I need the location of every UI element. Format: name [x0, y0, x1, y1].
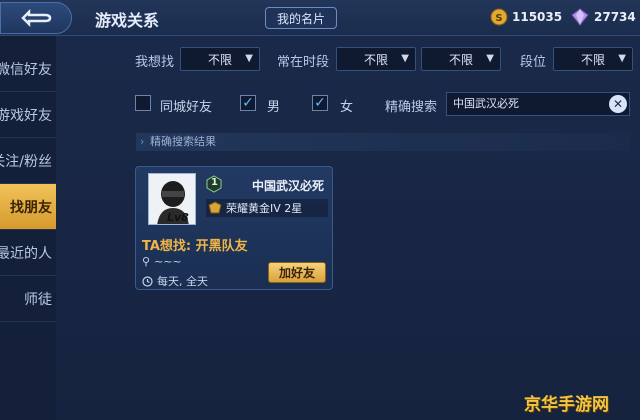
chevron-down-icon: ▼ [618, 53, 626, 64]
time-row: 每天, 全天 [142, 273, 208, 289]
tier-label: 荣耀黄金IV 2星 [226, 202, 303, 215]
results-header: › 精确搜索结果 [136, 133, 630, 151]
gem-balance: 27734 [570, 8, 636, 26]
add-friend-button[interactable]: 加好友 [268, 262, 326, 283]
time-select-end[interactable]: 不限 ▼ [421, 47, 501, 71]
my-card-button[interactable]: 我的名片 [265, 7, 337, 29]
svg-text:S: S [495, 13, 502, 24]
want-select-value: 不限 [207, 52, 232, 67]
arrow-icon: › [140, 135, 145, 148]
watermark: 京华手游网 [524, 395, 609, 415]
male-checkbox[interactable]: ✓ [240, 95, 256, 111]
female-label: 女 [340, 100, 354, 115]
female-checkbox[interactable]: ✓ [312, 95, 328, 111]
tier-emblem-icon [208, 201, 222, 214]
time-select-end-value: 不限 [448, 52, 473, 67]
player-name: 中国武汉必死 [252, 179, 325, 193]
chevron-down-icon: ▼ [401, 53, 409, 64]
want-select[interactable]: 不限 ▼ [180, 47, 260, 71]
same-city-label: 同城好友 [160, 100, 213, 115]
coin-count: 115035 [512, 10, 563, 24]
sidebar-item-mentor[interactable]: 师徒 [0, 276, 56, 322]
gem-count: 27734 [594, 10, 636, 24]
search-input[interactable]: 中国武汉必死 [446, 92, 630, 116]
tier-row: 荣耀黄金IV 2星 [206, 199, 328, 217]
sidebar-item-label: 找朋友 [10, 199, 52, 216]
clock-icon [142, 275, 153, 287]
sidebar-item-recent-people[interactable]: 最近的人 [0, 230, 56, 276]
time-value: 每天, 全天 [157, 275, 208, 288]
male-label: 男 [267, 100, 281, 115]
chevron-down-icon: ▼ [245, 53, 253, 64]
checkmark-icon: ✓ [242, 95, 254, 111]
avatar[interactable]: Lv8 [148, 173, 196, 225]
want-label: 我想找 [135, 55, 175, 70]
rank-select-value: 不限 [580, 52, 605, 67]
sidebar-item-label: 微信好友 [0, 61, 52, 78]
wants-label: TA想找: 开黑队友 [142, 239, 248, 254]
sidebar-item-find-friends[interactable]: 找朋友 [0, 184, 56, 230]
sidebar-item-label: 最近的人 [0, 245, 52, 262]
sidebar-item-follow-fans[interactable]: 关注/粉丝 [0, 138, 56, 184]
results-header-label: 精确搜索结果 [150, 135, 216, 148]
time-select-start-value: 不限 [363, 52, 388, 67]
gem-icon [571, 8, 589, 26]
sidebar-item-label: 游戏好友 [0, 107, 52, 124]
same-city-checkbox[interactable] [135, 95, 151, 111]
player-card[interactable]: Lv8 1 中国武汉必死 荣耀黄金IV 2星 TA想找: 开黑队友 ⚲ ~~~ … [135, 166, 333, 290]
back-button[interactable] [0, 2, 72, 34]
close-icon: ✕ [612, 97, 624, 111]
back-icon [21, 9, 52, 27]
sidebar-item-wechat-friends[interactable]: 微信好友 [0, 46, 56, 92]
chevron-down-icon: ▼ [486, 53, 494, 64]
page-title: 游戏关系 [95, 11, 160, 30]
sidebar-item-label: 师徒 [24, 291, 52, 308]
level-badge: Lv8 [167, 211, 189, 224]
checkmark-icon: ✓ [314, 95, 326, 111]
sidebar: 微信好友 游戏好友 关注/粉丝 找朋友 最近的人 师徒 [0, 36, 56, 420]
exact-search-label: 精确搜索 [385, 100, 438, 115]
coin-balance: S 115035 [490, 8, 562, 26]
location-value: ~~~ [154, 255, 182, 268]
coin-icon: S [490, 8, 508, 26]
rank-select[interactable]: 不限 ▼ [553, 47, 633, 71]
rank-label: 段位 [520, 55, 547, 70]
time-label: 常在时段 [277, 55, 330, 70]
sidebar-item-label: 关注/粉丝 [0, 153, 52, 170]
sidebar-item-game-friends[interactable]: 游戏好友 [0, 92, 56, 138]
location-row: ⚲ ~~~ [142, 255, 182, 268]
location-pin-icon: ⚲ [142, 255, 151, 268]
time-select-start[interactable]: 不限 ▼ [336, 47, 416, 71]
clear-search-button[interactable]: ✕ [609, 95, 627, 113]
rank-number: 1 [211, 177, 218, 188]
top-bar: 游戏关系 我的名片 S 115035 27734 [0, 0, 640, 36]
